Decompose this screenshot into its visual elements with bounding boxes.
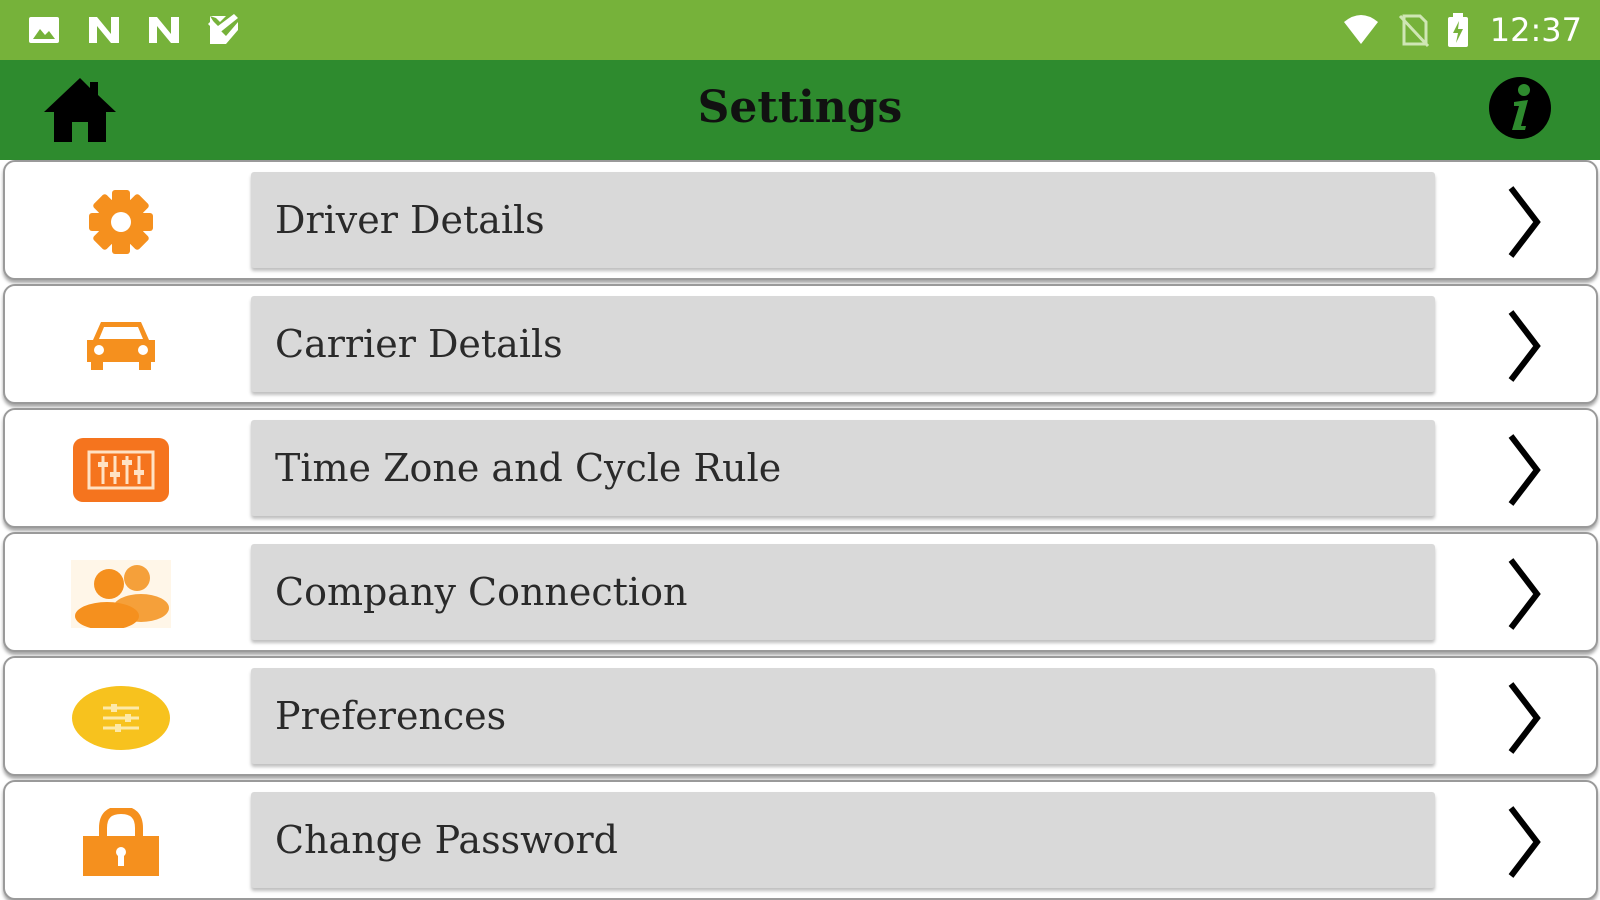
info-icon[interactable] [1488,76,1552,140]
users-icon [71,560,171,628]
no-sim-icon [1398,14,1429,48]
wifi-icon [1343,15,1378,44]
settings-item-label: Time Zone and Cycle Rule [251,420,1435,516]
settings-item-label: Preferences [251,668,1435,764]
sliders-icon [72,686,170,750]
gallery-icon [29,17,59,43]
battery-charging-icon [1447,13,1468,47]
n-app-icon [89,17,119,43]
system-icons: 12:37 [1340,10,1582,50]
page-title: Settings [697,82,903,133]
settings-item-time-zone-cycle-rule[interactable]: Time Zone and Cycle Rule [3,408,1598,528]
status-bar: 12:37 [0,0,1600,60]
settings-item-label: Driver Details [251,172,1435,268]
settings-item-company-connection[interactable]: Company Connection [3,532,1598,652]
settings-item-label: Change Password [251,792,1435,888]
settings-item-carrier-details[interactable]: Carrier Details [3,284,1598,404]
chevron-right-icon [1508,558,1541,630]
lock-icon [83,808,159,876]
settings-item-preferences[interactable]: Preferences [3,656,1598,776]
chevron-right-icon [1508,186,1541,258]
chevron-right-icon [1508,806,1541,878]
notification-icons [26,12,242,48]
gear-icon [89,190,153,254]
chevron-right-icon [1508,434,1541,506]
chevron-right-icon [1508,310,1541,382]
settings-item-driver-details[interactable]: Driver Details [3,160,1598,280]
equalizer-icon [73,438,169,502]
settings-item-change-password[interactable]: Change Password [3,780,1598,900]
app-bar: Settings [0,60,1600,160]
chevron-right-icon [1508,682,1541,754]
car-icon [87,322,155,370]
settings-item-label: Carrier Details [251,296,1435,392]
n-app-icon [149,17,179,43]
clock: 12:37 [1489,11,1582,49]
checklist-icon [208,14,238,44]
settings-item-label: Company Connection [251,544,1435,640]
